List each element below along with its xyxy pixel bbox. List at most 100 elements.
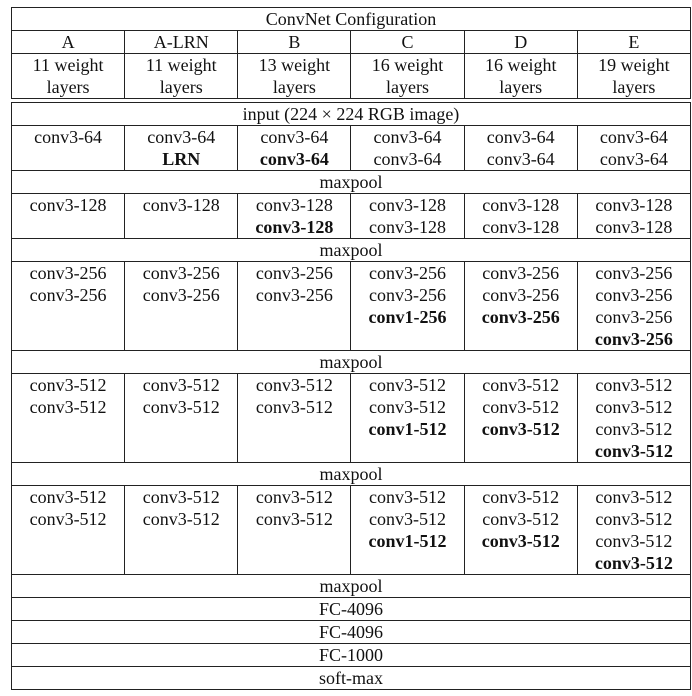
layer-cell: conv3-64 conv3-64 [463, 125, 578, 171]
layer-cell: conv3-256 conv3-256 conv1-256 [350, 261, 465, 351]
layer: conv3-256 [142, 285, 220, 305]
layer: conv3-256 [29, 285, 107, 305]
added-layer: conv1-256 [368, 307, 447, 327]
config-body-table: input (224 × 224 RGB image) conv3-64 conv… [10, 102, 692, 690]
layer: conv3-64 [486, 127, 555, 147]
layer: conv3-256 [482, 263, 560, 283]
layer: conv3-512 [369, 509, 447, 529]
depth-line: layers [272, 77, 316, 97]
layer: conv3-512 [595, 509, 673, 529]
added-layer: conv1-512 [368, 531, 447, 551]
layer: conv3-256 [595, 307, 673, 327]
layer: conv3-128 [482, 217, 560, 237]
column-name-row: A A-LRN B C D E [10, 30, 692, 54]
layer: conv3-512 [482, 487, 560, 507]
maxpool-row: maxpool [11, 350, 691, 374]
layer: conv3-512 [482, 375, 560, 395]
layer: conv3-256 [595, 263, 673, 283]
layer-cell: conv3-256 conv3-256 [10, 261, 126, 351]
depth-line: layers [46, 77, 90, 97]
layer-block-row: conv3-512 conv3-512 conv3-512 conv3-512 conv… [10, 373, 692, 463]
layer: conv3-128 [255, 195, 333, 215]
layer: conv3-512 [369, 375, 447, 395]
depth-line: 13 weight [258, 55, 331, 75]
layer: conv3-512 [255, 397, 333, 417]
depth-line: 11 weight [32, 55, 104, 75]
layer-cell: conv3-64 conv3-64 [576, 125, 692, 171]
layer: conv3-512 [29, 509, 107, 529]
layer-cell: conv3-512 conv3-512 [10, 373, 126, 463]
layer-cell: conv3-512 conv3-512 conv3-512 [463, 485, 578, 575]
column-depth: 11 weight layers [10, 53, 126, 99]
layer: conv3-512 [482, 397, 560, 417]
layer: conv3-512 [595, 531, 673, 551]
layer-cell: conv3-128 conv3-128 [576, 193, 692, 239]
layer: conv3-512 [255, 509, 333, 529]
depth-line: 11 weight [145, 55, 217, 75]
layer: conv3-512 [595, 375, 673, 395]
added-layer: conv3-512 [481, 531, 560, 551]
layer-cell: conv3-512 conv3-512 conv3-512 conv3-512 [576, 485, 692, 575]
layer-cell: conv3-512 conv3-512 [124, 485, 239, 575]
added-layer: LRN [162, 149, 201, 169]
column-name: A [10, 30, 126, 54]
layer: conv3-256 [369, 263, 447, 283]
layer-block-row: conv3-512 conv3-512 conv3-512 conv3-512 conv… [10, 485, 692, 575]
layer-cell: conv3-512 conv3-512 [10, 485, 126, 575]
layer: conv3-512 [595, 397, 673, 417]
layer: conv3-128 [29, 195, 107, 215]
table-title: ConvNet Configuration [11, 7, 691, 31]
layer-cell: conv3-256 conv3-256 [124, 261, 239, 351]
layer-cell: conv3-256 conv3-256 [237, 261, 352, 351]
depth-line: layers [612, 77, 656, 97]
layer-block-row: conv3-64 conv3-64 LRN conv3-64 conv3-64 conv3… [10, 125, 692, 171]
layer: conv3-512 [142, 397, 220, 417]
layer: conv3-512 [29, 487, 107, 507]
layer: conv3-512 [142, 487, 220, 507]
layer: conv3-64 [599, 127, 668, 147]
column-depth: 19 weight layers [576, 53, 692, 99]
layer-cell: conv3-256 conv3-256 conv3-256 conv3-256 [576, 261, 692, 351]
layer-cell: conv3-128 conv3-128 [463, 193, 578, 239]
layer-cell: conv3-512 conv3-512 conv3-512 conv3-512 [576, 373, 692, 463]
depth-line: layers [386, 77, 430, 97]
added-layer: conv3-128 [255, 217, 334, 237]
depth-line: layers [499, 77, 543, 97]
layer: conv3-128 [595, 195, 673, 215]
layer: conv3-512 [482, 509, 560, 529]
layer-block-row: conv3-256 conv3-256 conv3-256 conv3-256 conv… [10, 261, 692, 351]
layer: conv3-512 [255, 487, 333, 507]
depth-line: 16 weight [484, 55, 557, 75]
added-layer: conv3-64 [259, 149, 329, 169]
layer-cell: conv3-512 conv3-512 [124, 373, 239, 463]
layer: conv3-512 [142, 509, 220, 529]
layer: conv3-512 [29, 375, 107, 395]
layer-cell: conv3-128 [10, 193, 126, 239]
layer-cell: conv3-512 conv3-512 conv1-512 [350, 373, 465, 463]
layer: conv3-256 [369, 285, 447, 305]
layer: conv3-256 [482, 285, 560, 305]
layer: conv3-512 [595, 487, 673, 507]
layer: conv3-512 [142, 375, 220, 395]
layer: conv3-64 [373, 149, 442, 169]
layer: conv3-64 [260, 127, 329, 147]
layer: conv3-64 [34, 127, 103, 147]
layer: conv3-512 [369, 487, 447, 507]
layer-block-row: conv3-128 conv3-128 conv3-128 conv3-128 conv… [10, 193, 692, 239]
softmax-row: soft-max [11, 666, 691, 690]
column-name: B [237, 30, 352, 54]
layer: conv3-64 [147, 127, 216, 147]
layer: conv3-64 [373, 127, 442, 147]
layer-cell: conv3-512 conv3-512 [237, 485, 352, 575]
added-layer: conv3-256 [481, 307, 560, 327]
layer: conv3-512 [255, 375, 333, 395]
layer: conv3-256 [142, 263, 220, 283]
added-layer: conv3-512 [594, 553, 673, 573]
depth-line: 19 weight [598, 55, 670, 75]
layer-cell: conv3-512 conv3-512 conv1-512 [350, 485, 465, 575]
maxpool-row: maxpool [11, 238, 691, 262]
maxpool-row: maxpool [11, 170, 691, 194]
column-depth: 13 weight layers [237, 53, 352, 99]
column-depth: 16 weight layers [463, 53, 578, 99]
depth-line: layers [159, 77, 203, 97]
